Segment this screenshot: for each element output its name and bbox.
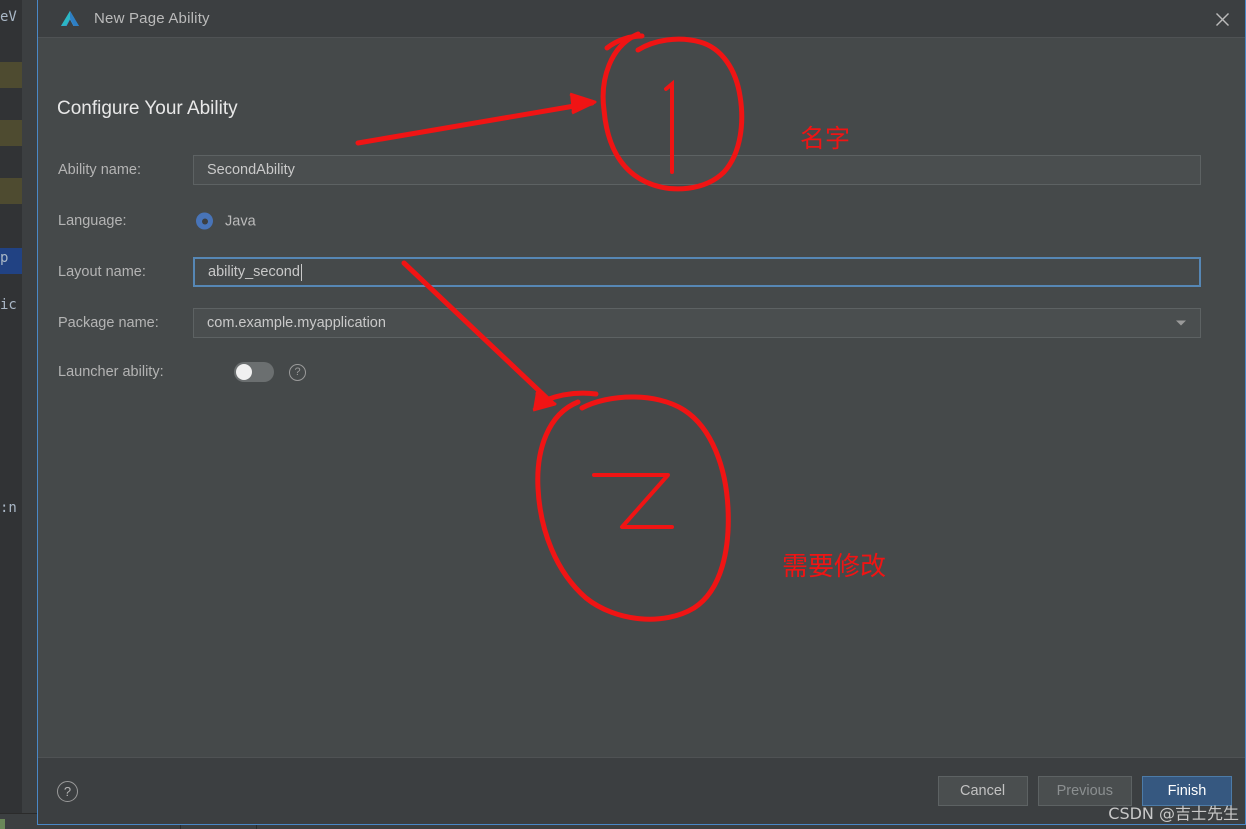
new-page-ability-dialog: New Page Ability Configure Your Ability … bbox=[37, 0, 1246, 825]
csdn-watermark: CSDN @吉士先生 bbox=[1108, 804, 1239, 823]
close-icon[interactable] bbox=[1199, 0, 1245, 38]
row-package-name: Package name: com.example.myapplication bbox=[38, 308, 1245, 338]
label-ability-name: Ability name: bbox=[58, 162, 142, 178]
code-fragment: :n bbox=[0, 500, 17, 516]
cancel-button[interactable]: Cancel bbox=[937, 776, 1028, 806]
language-radio-group[interactable]: Java bbox=[196, 212, 256, 230]
screenshot-root: eV p ic :n New Page Ability Configure Yo… bbox=[0, 0, 1246, 829]
help-icon[interactable]: ? bbox=[289, 363, 306, 381]
code-highlight-strip bbox=[0, 120, 22, 146]
deveco-logo-icon bbox=[60, 9, 80, 29]
page-title: Configure Your Ability bbox=[57, 98, 238, 119]
code-fragment: p bbox=[0, 250, 9, 266]
question-mark-icon[interactable]: ? bbox=[57, 780, 78, 802]
label-package-name: Package name: bbox=[58, 315, 159, 331]
label-language: Language: bbox=[58, 213, 127, 229]
layout-name-input[interactable]: ability_second bbox=[193, 257, 1201, 287]
text-caret bbox=[300, 263, 302, 281]
package-name-value: com.example.myapplication bbox=[207, 315, 386, 331]
launcher-ability-toggle[interactable] bbox=[234, 362, 274, 382]
package-name-combobox[interactable]: com.example.myapplication bbox=[193, 308, 1201, 338]
row-layout-name: Layout name: ability_second bbox=[38, 257, 1245, 287]
dialog-content: Configure Your Ability Ability name: Sec… bbox=[38, 38, 1245, 757]
dialog-title: New Page Ability bbox=[94, 10, 210, 27]
launcher-ability-controls: ? bbox=[234, 362, 306, 382]
chevron-down-icon[interactable] bbox=[1176, 320, 1186, 326]
ide-status-accent bbox=[0, 819, 5, 829]
code-fragment: ic bbox=[0, 297, 17, 313]
row-ability-name: Ability name: SecondAbility bbox=[38, 155, 1245, 185]
code-highlight-strip bbox=[0, 178, 22, 204]
radio-label-java: Java bbox=[225, 213, 256, 229]
label-layout-name: Layout name: bbox=[58, 264, 146, 280]
dialog-titlebar: New Page Ability bbox=[38, 0, 1245, 38]
layout-name-value: ability_second bbox=[208, 264, 300, 280]
code-fragment: eV bbox=[0, 9, 17, 25]
ability-name-input[interactable]: SecondAbility bbox=[193, 155, 1201, 185]
radio-selected-icon[interactable] bbox=[196, 212, 213, 230]
code-highlight-strip bbox=[0, 62, 22, 88]
ability-name-value: SecondAbility bbox=[207, 162, 295, 178]
toggle-knob bbox=[236, 364, 252, 380]
label-launcher-ability: Launcher ability: bbox=[58, 364, 164, 380]
row-language: Language: Java bbox=[38, 206, 1245, 236]
row-launcher-ability: Launcher ability: ? bbox=[38, 357, 1245, 387]
dialog-footer: ? Cancel Previous Finish bbox=[38, 757, 1245, 824]
